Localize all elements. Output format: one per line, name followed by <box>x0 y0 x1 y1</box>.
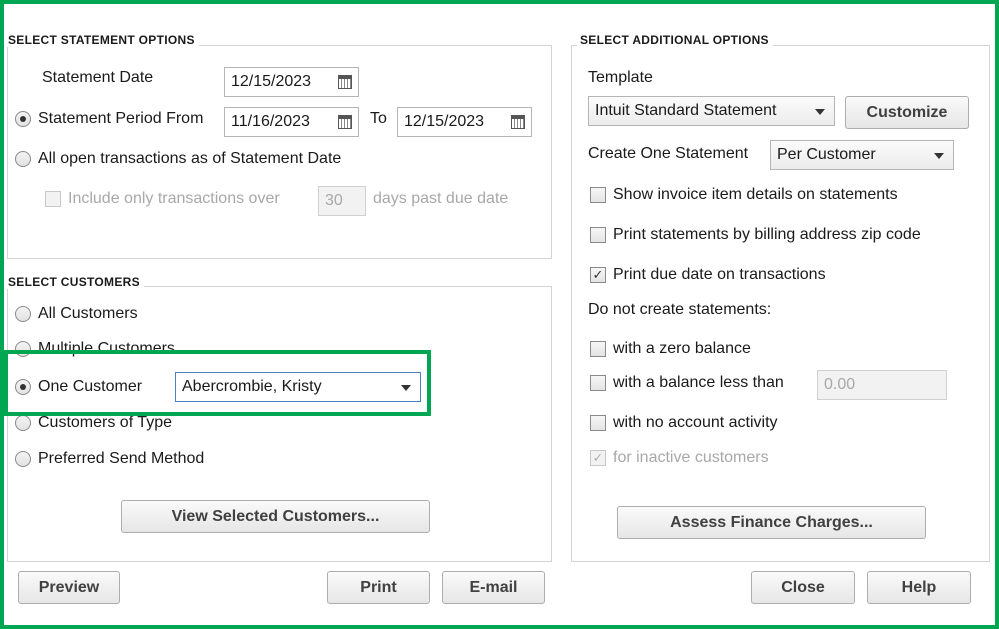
statement-date-field[interactable]: 12/15/2023 <box>224 67 359 97</box>
create-one-statement-select[interactable]: Per Customer <box>770 140 954 170</box>
days-past-due-input[interactable]: 30 <box>318 186 366 216</box>
preview-button[interactable]: Preview <box>18 571 120 604</box>
template-select[interactable]: Intuit Standard Statement <box>588 96 835 126</box>
template-label: Template <box>588 69 653 86</box>
print-button[interactable]: Print <box>327 571 430 604</box>
customer-select[interactable]: Abercrombie, Kristy <box>175 372 421 402</box>
period-to-value: 12/15/2023 <box>404 113 485 130</box>
select-customers-title: SELECT CUSTOMERS <box>5 275 144 289</box>
statement-period-radio[interactable] <box>15 111 31 127</box>
email-button[interactable]: E-mail <box>442 571 545 604</box>
preferred-send-label[interactable]: Preferred Send Method <box>38 450 204 468</box>
include-only-label: Include only transactions over <box>68 190 280 207</box>
inactive-customers-checkbox[interactable]: ✓ <box>590 450 606 466</box>
period-from-value: 11/16/2023 <box>231 113 310 130</box>
one-customer-radio[interactable] <box>15 379 31 395</box>
customize-button[interactable]: Customize <box>845 96 969 129</box>
customer-select-value: Abercrombie, Kristy <box>182 378 322 395</box>
calendar-icon[interactable] <box>338 115 352 129</box>
zero-balance-checkbox[interactable] <box>590 341 606 357</box>
close-button[interactable]: Close <box>751 571 855 604</box>
multiple-customers-radio[interactable] <box>15 341 31 357</box>
include-only-checkbox[interactable] <box>45 191 61 207</box>
print-due-date-checkbox[interactable]: ✓ <box>590 267 606 283</box>
inactive-customers-label: for inactive customers <box>613 449 769 466</box>
print-due-date-label[interactable]: Print due date on transactions <box>613 266 826 284</box>
additional-options-title: SELECT ADDITIONAL OPTIONS <box>577 33 773 47</box>
zero-balance-label[interactable]: with a zero balance <box>613 340 751 358</box>
template-select-value: Intuit Standard Statement <box>595 102 777 119</box>
balance-less-than-label[interactable]: with a balance less than <box>613 374 784 392</box>
balance-amount-value: 0.00 <box>824 376 856 393</box>
print-by-zip-label[interactable]: Print statements by billing address zip … <box>613 226 921 244</box>
do-not-create-label: Do not create statements: <box>588 301 772 318</box>
preferred-send-radio[interactable] <box>15 451 31 467</box>
open-transactions-label[interactable]: All open transactions as of Statement Da… <box>38 150 341 168</box>
help-button[interactable]: Help <box>867 571 971 604</box>
chevron-down-icon[interactable] <box>934 153 944 159</box>
show-invoice-details-label[interactable]: Show invoice item details on statements <box>613 186 898 204</box>
show-invoice-details-checkbox[interactable] <box>590 187 606 203</box>
period-to-field[interactable]: 12/15/2023 <box>397 107 532 137</box>
period-from-field[interactable]: 11/16/2023 <box>224 107 359 137</box>
no-activity-checkbox[interactable] <box>590 415 606 431</box>
all-customers-radio[interactable] <box>15 306 31 322</box>
assess-finance-charges-button[interactable]: Assess Finance Charges... <box>617 506 926 539</box>
statement-period-label[interactable]: Statement Period From <box>38 110 203 128</box>
statement-date-label: Statement Date <box>42 69 154 86</box>
calendar-icon[interactable] <box>338 75 352 89</box>
calendar-icon[interactable] <box>511 115 525 129</box>
to-label: To <box>370 110 387 127</box>
multiple-customers-label[interactable]: Multiple Customers <box>38 340 175 358</box>
one-customer-label[interactable]: One Customer <box>38 378 142 396</box>
create-one-statement-value: Per Customer <box>777 146 876 163</box>
days-value: 30 <box>325 192 343 209</box>
view-selected-customers-button[interactable]: View Selected Customers... <box>121 500 430 533</box>
customers-of-type-radio[interactable] <box>15 415 31 431</box>
days-past-label: days past due date <box>373 190 509 207</box>
statement-options-title: SELECT STATEMENT OPTIONS <box>5 33 199 47</box>
statement-date-value: 12/15/2023 <box>231 73 312 90</box>
customers-of-type-label[interactable]: Customers of Type <box>38 414 172 432</box>
chevron-down-icon[interactable] <box>815 109 825 115</box>
no-activity-label[interactable]: with no account activity <box>613 414 778 432</box>
balance-amount-input[interactable]: 0.00 <box>817 370 947 400</box>
all-customers-label[interactable]: All Customers <box>38 305 138 323</box>
create-one-statement-label: Create One Statement <box>588 145 749 162</box>
open-transactions-radio[interactable] <box>15 151 31 167</box>
balance-less-than-checkbox[interactable] <box>590 375 606 391</box>
chevron-down-icon[interactable] <box>401 385 411 391</box>
print-by-zip-checkbox[interactable] <box>590 227 606 243</box>
